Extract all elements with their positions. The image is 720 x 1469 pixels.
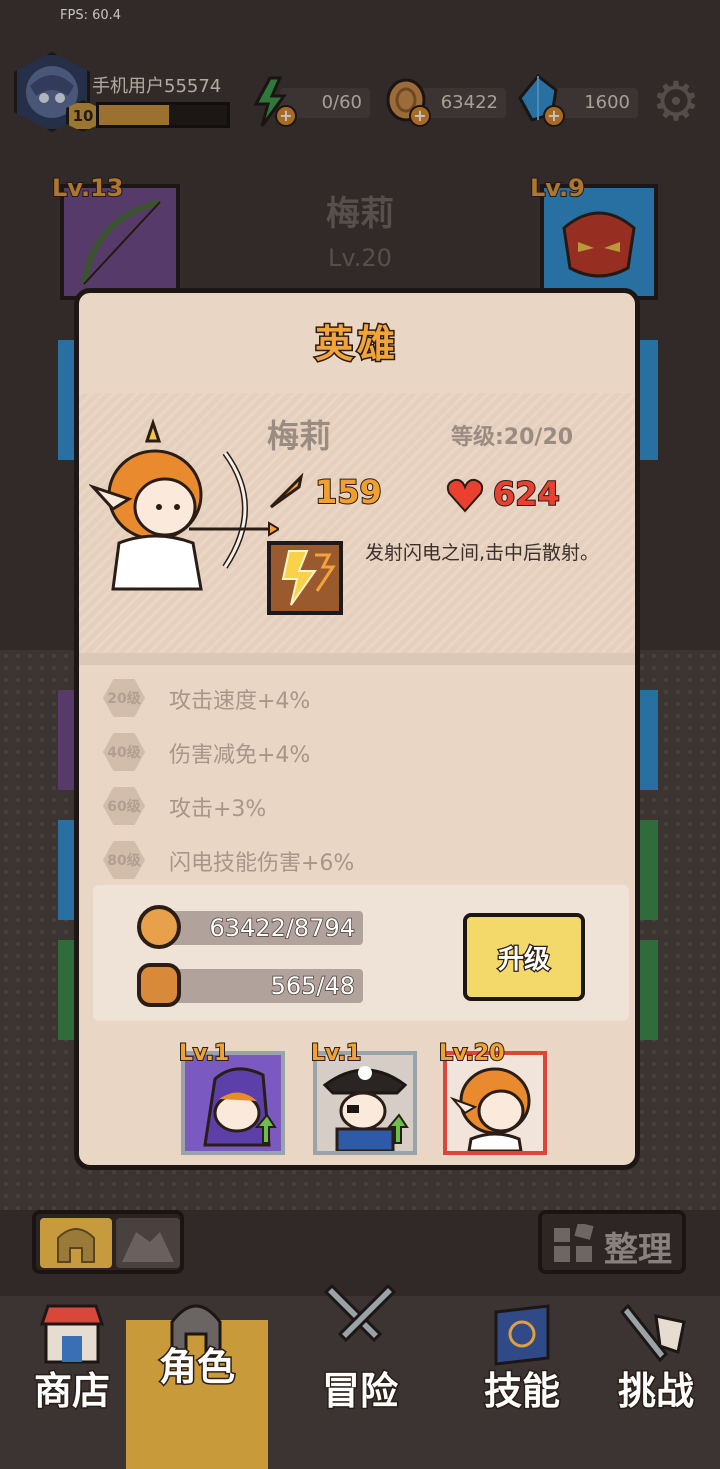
spellbook-icon bbox=[494, 1304, 550, 1366]
hero-token-icon bbox=[137, 963, 181, 1007]
archer-hero-icon bbox=[449, 1067, 531, 1153]
bonus-text: 攻击+3% bbox=[169, 797, 267, 822]
crossed-swords-icon bbox=[324, 1283, 396, 1343]
upgrade-button[interactable]: 升级 bbox=[463, 913, 585, 1001]
nav-label: 商店 bbox=[32, 1368, 111, 1415]
lightning-skill-icon bbox=[281, 550, 336, 606]
bonus-row: 40级 伤害减免+4% bbox=[103, 733, 623, 773]
nav-character[interactable]: 角色 bbox=[126, 1304, 268, 1469]
gold-coin-icon bbox=[137, 905, 181, 949]
nav-shop[interactable]: 商店 bbox=[0, 1296, 144, 1469]
sort-label: 整理 bbox=[604, 1230, 672, 1270]
sort-button[interactable]: 整理 bbox=[538, 1210, 686, 1274]
bonus-row: 60级 攻击+3% bbox=[103, 787, 623, 827]
bonus-tier-badge: 80级 bbox=[103, 841, 145, 879]
attack-arrow-icon bbox=[269, 473, 304, 509]
skill-icon-frame[interactable] bbox=[267, 541, 343, 615]
skill-description: 发射闪电之间,击中后散射。 bbox=[365, 542, 600, 564]
shop-icon bbox=[39, 1304, 105, 1364]
nav-label: 技能 bbox=[482, 1368, 561, 1415]
toggle-material-view[interactable] bbox=[116, 1218, 180, 1268]
team-level: Lv.20 bbox=[438, 1040, 506, 1067]
panel-divider bbox=[79, 653, 635, 665]
bottom-nav: 商店 角色 冒险 技能 挑战 bbox=[0, 1283, 720, 1469]
nav-label: 挑战 bbox=[616, 1368, 695, 1415]
view-toggle bbox=[32, 1210, 184, 1274]
team-level: Lv.1 bbox=[310, 1040, 362, 1067]
pirate-hero-icon bbox=[322, 1066, 409, 1153]
hero-name: 梅莉 bbox=[267, 417, 332, 455]
heart-icon bbox=[446, 478, 484, 513]
bonus-text: 攻击速度+4% bbox=[169, 689, 311, 714]
archer-hero-portrait-icon bbox=[89, 418, 279, 591]
token-cost: 565/48 bbox=[155, 969, 363, 1003]
hero-detail-modal: 英雄 梅莉 等级:20/20 159 624 发射闪电之间,击中后散射。 20级… bbox=[74, 288, 640, 1170]
nav-label: 角色 bbox=[157, 1344, 236, 1391]
attack-value: 159 bbox=[314, 472, 383, 512]
team-card-wizard[interactable] bbox=[181, 1051, 285, 1155]
bonus-text: 闪电技能伤害+6% bbox=[169, 851, 355, 876]
team-card-pirate[interactable] bbox=[313, 1051, 417, 1155]
wizard-hero-icon bbox=[203, 1067, 277, 1147]
nav-skills[interactable]: 技能 bbox=[450, 1296, 594, 1469]
hp-value: 624 bbox=[492, 474, 561, 514]
team-card-archer[interactable] bbox=[443, 1051, 547, 1155]
sword-flag-icon bbox=[619, 1303, 686, 1363]
hero-level: 等级:20/20 bbox=[451, 425, 574, 450]
helmet-icon bbox=[57, 1228, 95, 1263]
bonus-tier-badge: 60级 bbox=[103, 787, 145, 825]
bonus-tier-badge: 40级 bbox=[103, 733, 145, 771]
rocks-icon bbox=[122, 1232, 174, 1262]
team-level: Lv.1 bbox=[178, 1040, 230, 1067]
grid-sort-icon bbox=[554, 1224, 594, 1262]
bonus-row: 20级 攻击速度+4% bbox=[103, 679, 623, 719]
nav-challenge[interactable]: 挑战 bbox=[592, 1296, 720, 1469]
bonus-tier-badge: 20级 bbox=[103, 679, 145, 717]
bonus-row: 80级 闪电技能伤害+6% bbox=[103, 841, 623, 881]
toggle-hero-view[interactable] bbox=[40, 1218, 112, 1268]
gold-cost: 63422/8794 bbox=[155, 911, 363, 945]
bonus-text: 伤害减免+4% bbox=[169, 743, 311, 768]
nav-adventure[interactable]: 冒险 bbox=[288, 1283, 432, 1469]
nav-label: 冒险 bbox=[320, 1368, 399, 1415]
modal-title: 英雄 bbox=[313, 321, 399, 368]
